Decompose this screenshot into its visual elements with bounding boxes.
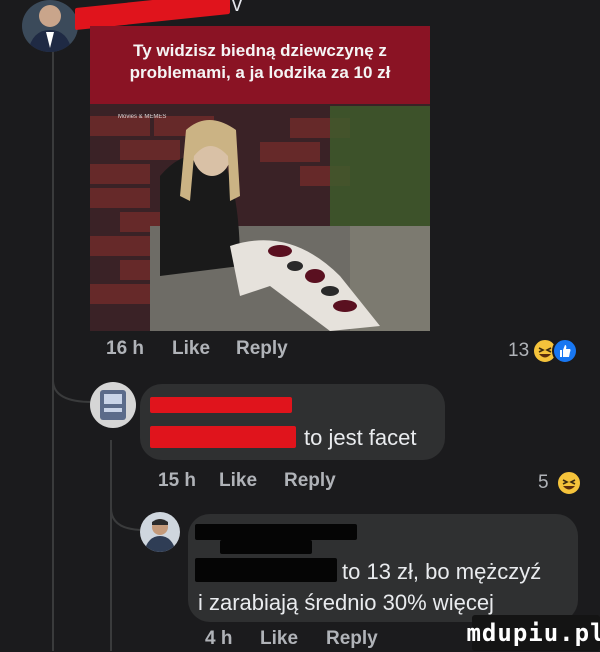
post-author-avatar[interactable] (22, 0, 78, 52)
site-watermark-logo: mdupiu.pl (466, 615, 600, 651)
comment-2-reply-button[interactable]: Reply (326, 628, 378, 650)
comment-1-text: to jest facet (304, 425, 417, 450)
redacted-comment-2-mention (195, 558, 337, 582)
comment-1-avatar[interactable] (90, 382, 136, 428)
post-reply-button[interactable]: Reply (236, 338, 288, 360)
post-time: 16 h (106, 338, 145, 359)
comment-2-time: 4 h (205, 628, 233, 649)
redacted-comment-2-author-extra (220, 540, 312, 554)
comment-1-reaction-count: 5 (538, 472, 549, 493)
post-like-button[interactable]: Like (172, 338, 210, 360)
comment-1-meta: 15 h Like Reply (0, 470, 600, 494)
comment-2-text-line-1: to 13 zł, bo mężczyź (342, 559, 542, 584)
redacted-comment-2-author (195, 524, 357, 540)
like-icon[interactable] (552, 338, 578, 364)
redacted-comment-1-author (150, 397, 292, 413)
comment-2-avatar[interactable] (140, 512, 180, 552)
comment-2-text-line-2: i zarabiają średnio 30% więcej (198, 590, 494, 615)
comment-2-like-button[interactable]: Like (260, 628, 298, 650)
comment-1-haha-icon[interactable] (556, 470, 582, 496)
post-reaction-count: 13 (508, 340, 530, 361)
comment-1-like-button[interactable]: Like (219, 470, 257, 492)
comment-1-time: 15 h (158, 470, 197, 491)
meme-watermark: Movies & MEMES (118, 114, 167, 120)
meme-image[interactable]: Ty widzisz biedną dziewczynę z problemam… (90, 26, 430, 331)
redacted-comment-1-mention (150, 426, 296, 448)
meme-caption: Ty widzisz biedną dziewczynę z problemam… (90, 26, 430, 104)
author-name-partial: v (232, 0, 242, 16)
comment-1-reply-button[interactable]: Reply (284, 470, 336, 492)
